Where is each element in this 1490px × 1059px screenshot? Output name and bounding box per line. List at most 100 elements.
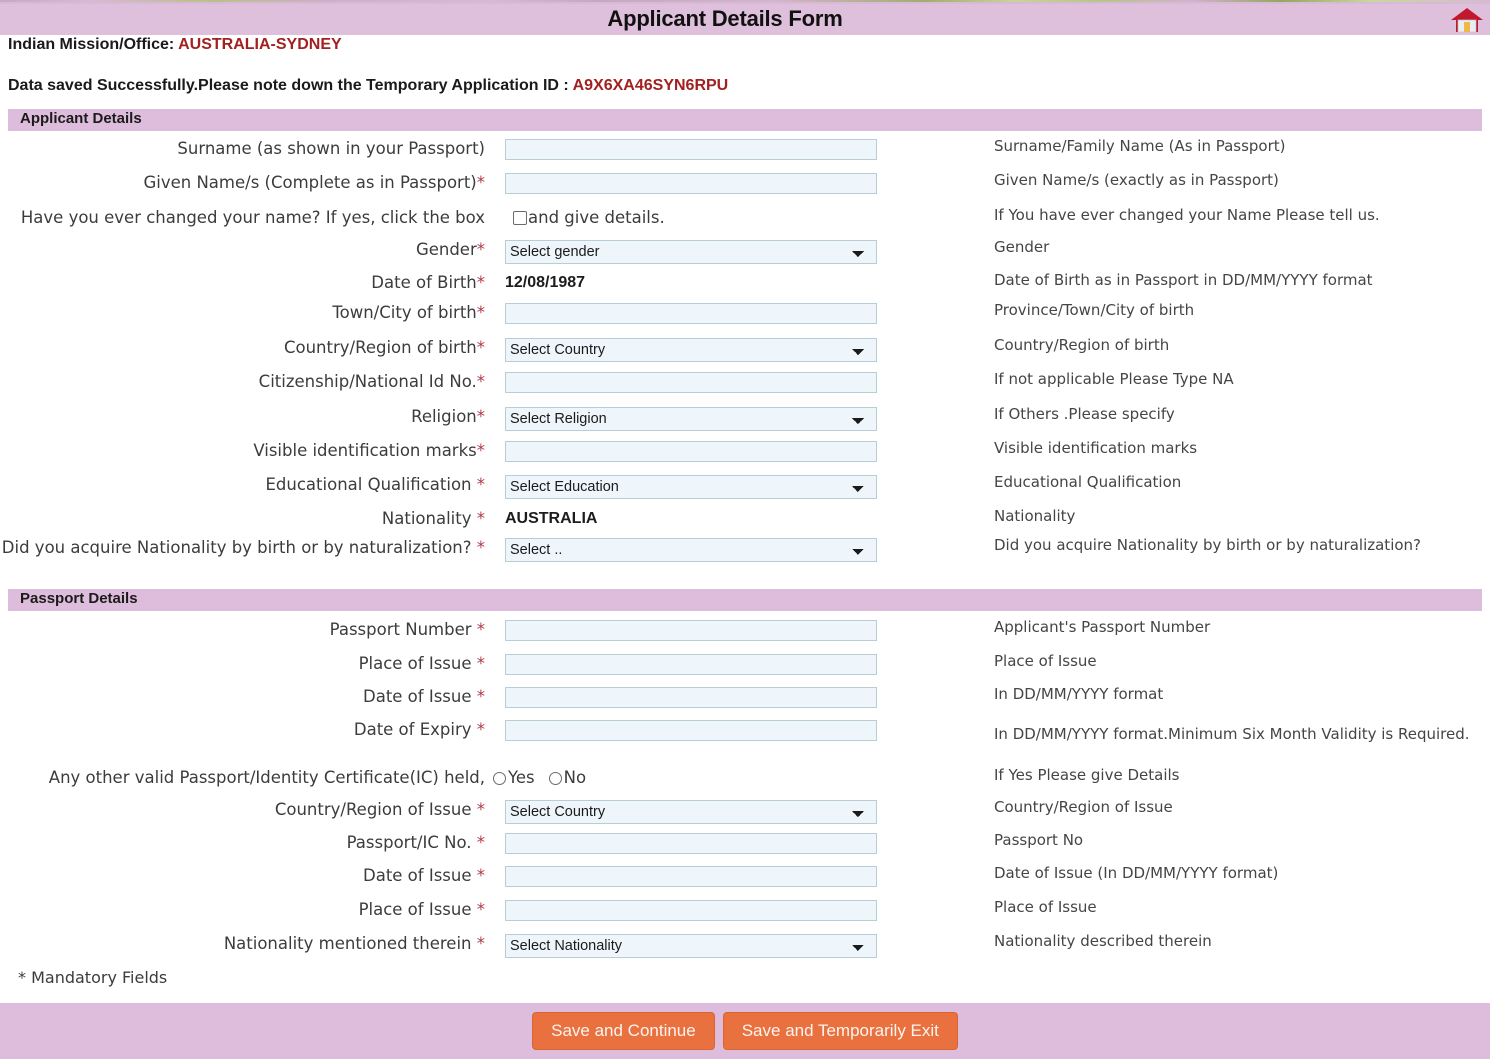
- field-hint-educational-qualification: Educational Qualification: [994, 473, 1484, 492]
- required-asterisk: *: [477, 338, 485, 357]
- field-control-wrap-passport-ic-no: [505, 833, 880, 854]
- field-label-any-other-valid-passport-identity-certificate-ic: Any other valid Passport/Identity Certif…: [0, 768, 485, 788]
- field-label-date-of-issue: Date of Issue *: [0, 687, 485, 707]
- field-label-nationality-mentioned-therein: Nationality mentioned therein *: [0, 934, 485, 954]
- field-hint-surname-as-shown-in-your-passport: Surname/Family Name (As in Passport): [994, 137, 1484, 156]
- field-hint-citizenship-national-id-no: If not applicable Please Type NA: [994, 370, 1484, 389]
- field-hint-date-of-birth: Date of Birth as in Passport in DD/MM/YY…: [994, 271, 1484, 290]
- form-row-religion: Religion*Select ReligionHINDUCHRISTIANIS…: [0, 407, 1490, 441]
- select-did-you-acquire-nationality-by-birth-or-by-natur[interactable]: Select ..By BirthBy Naturalization: [505, 538, 877, 562]
- field-control-wrap-place-of-issue: [505, 654, 880, 675]
- required-asterisk: *: [477, 687, 485, 706]
- radio-option-yes[interactable]: Yes: [493, 768, 535, 787]
- mission-office-label: Indian Mission/Office:: [8, 36, 174, 53]
- radio-input-yes[interactable]: [493, 772, 506, 785]
- radio-option-no[interactable]: No: [549, 768, 586, 787]
- required-asterisk: *: [477, 173, 485, 192]
- field-control-wrap-visible-identification-marks: [505, 441, 880, 462]
- field-label-gender: Gender*: [0, 240, 485, 260]
- input-citizenship-national-id-no[interactable]: [505, 372, 877, 393]
- field-hint-passport-number: Applicant's Passport Number: [994, 618, 1484, 637]
- select-educational-qualification[interactable]: Select EducationGRADUATEPOST GRADUATEHIG…: [505, 475, 877, 499]
- field-hint-visible-identification-marks: Visible identification marks: [994, 439, 1484, 458]
- radio-label-yes: Yes: [508, 768, 535, 787]
- select-country-region-of-birth[interactable]: Select CountryAUSTRALIAINDIA: [505, 338, 877, 362]
- mission-office-value: AUSTRALIA-SYDNEY: [178, 36, 342, 53]
- input-date-of-issue[interactable]: [505, 866, 877, 887]
- field-control-wrap-nationality: AUSTRALIA: [505, 509, 880, 528]
- save-confirmation-line: Data saved Successfully.Please note down…: [8, 77, 728, 95]
- required-asterisk: *: [477, 833, 485, 852]
- required-asterisk: *: [477, 372, 485, 391]
- field-control-wrap-country-region-of-issue: Select CountryAUSTRALIAINDIA: [505, 800, 880, 824]
- field-control-wrap-any-other-valid-passport-identity-certificate-ic: Yes No: [493, 768, 868, 787]
- field-label-passport-number: Passport Number *: [0, 620, 485, 640]
- field-label-surname-as-shown-in-your-passport: Surname (as shown in your Passport): [0, 139, 485, 159]
- input-given-name-s-complete-as-in-passport[interactable]: [505, 173, 877, 194]
- field-hint-country-region-of-birth: Country/Region of birth: [994, 336, 1484, 355]
- required-asterisk: *: [477, 303, 485, 322]
- field-label-nationality: Nationality *: [0, 509, 485, 529]
- field-label-citizenship-national-id-no: Citizenship/National Id No.*: [0, 372, 485, 392]
- select-nationality-mentioned-therein[interactable]: Select NationalityAUSTRALIAINDIA: [505, 934, 877, 958]
- mandatory-fields-note: * Mandatory Fields: [18, 968, 167, 987]
- input-town-city-of-birth[interactable]: [505, 303, 877, 324]
- input-date-of-issue[interactable]: [505, 687, 877, 708]
- field-control-wrap-date-of-birth: 12/08/1987: [505, 273, 880, 292]
- select-religion[interactable]: Select ReligionHINDUCHRISTIANISLAMOTHERS: [505, 407, 877, 431]
- field-control-wrap-nationality-mentioned-therein: Select NationalityAUSTRALIAINDIA: [505, 934, 880, 958]
- form-row-passport-ic-no: Passport/IC No. *Passport No: [0, 833, 1490, 867]
- name-changed-checkbox-suffix-label: and give details.: [528, 208, 665, 227]
- input-passport-ic-no[interactable]: [505, 833, 877, 854]
- form-row-date-of-expiry: Date of Expiry *In DD/MM/YYYY format.Min…: [0, 720, 1490, 754]
- field-label-date-of-issue: Date of Issue *: [0, 866, 485, 886]
- input-place-of-issue[interactable]: [505, 900, 877, 921]
- input-passport-number[interactable]: [505, 620, 877, 641]
- field-control-wrap-date-of-issue: [505, 866, 880, 887]
- form-row-passport-number: Passport Number * Applicant's Passport Nu…: [0, 620, 1490, 654]
- form-row-surname-as-shown-in-your-passport: Surname (as shown in your Passport) Surna…: [0, 139, 1490, 173]
- field-control-wrap-place-of-issue: [505, 900, 880, 921]
- field-hint-place-of-issue: Place of Issue: [994, 898, 1484, 917]
- radio-input-no[interactable]: [549, 772, 562, 785]
- required-asterisk: *: [477, 900, 485, 919]
- input-visible-identification-marks[interactable]: [505, 441, 877, 462]
- field-hint-date-of-issue: Date of Issue (In DD/MM/YYYY format): [994, 864, 1484, 883]
- mission-office-line: Indian Mission/Office: AUSTRALIA-SYDNEY: [8, 36, 342, 54]
- save-and-temporarily-exit-button[interactable]: Save and Temporarily Exit: [723, 1012, 958, 1050]
- input-place-of-issue[interactable]: [505, 654, 877, 675]
- field-hint-religion: If Others .Please specify: [994, 405, 1484, 424]
- field-hint-passport-ic-no: Passport No: [994, 831, 1484, 850]
- field-control-wrap-did-you-acquire-nationality-by-birth-or-by-natur: Select ..By BirthBy Naturalization: [505, 538, 880, 562]
- input-date-of-expiry[interactable]: [505, 720, 877, 741]
- field-control-wrap-date-of-issue: [505, 687, 880, 708]
- field-hint-country-region-of-issue: Country/Region of Issue: [994, 798, 1484, 817]
- form-row-citizenship-national-id-no: Citizenship/National Id No.* If not appli…: [0, 372, 1490, 406]
- field-control-wrap-passport-number: [505, 620, 880, 641]
- field-control-wrap-educational-qualification: Select EducationGRADUATEPOST GRADUATEHIG…: [505, 475, 880, 499]
- field-hint-date-of-expiry: In DD/MM/YYYY format.Minimum Six Month V…: [994, 725, 1484, 744]
- home-icon[interactable]: [1450, 5, 1484, 35]
- required-asterisk: *: [477, 509, 485, 528]
- page-title-bar: Applicant Details Form: [0, 2, 1490, 35]
- name-changed-checkbox[interactable]: [513, 211, 527, 225]
- required-asterisk: *: [477, 934, 485, 953]
- field-control-wrap-given-name-s-complete-as-in-passport: [505, 173, 880, 194]
- form-row-town-city-of-birth: Town/City of birth*Province/Town/City of…: [0, 303, 1490, 337]
- form-row-place-of-issue: Place of Issue *Place of Issue: [0, 654, 1490, 688]
- field-label-have-you-ever-changed-your-name-if-yes-click-the: Have you ever changed your name? If yes,…: [0, 208, 485, 228]
- input-surname-as-shown-in-your-passport[interactable]: [505, 139, 877, 160]
- field-control-wrap-gender: Select genderMaleFemaleTransgender: [505, 240, 880, 264]
- section-header-passport-details: Passport Details: [8, 589, 1482, 611]
- field-label-town-city-of-birth: Town/City of birth*: [0, 303, 485, 323]
- required-asterisk: *: [477, 538, 485, 557]
- form-row-given-name-s-complete-as-in-passport: Given Name/s (Complete as in Passport)*G…: [0, 173, 1490, 207]
- field-control-wrap-country-region-of-birth: Select CountryAUSTRALIAINDIA: [505, 338, 880, 362]
- section-header-applicant-details: Applicant Details: [8, 109, 1482, 131]
- field-hint-nationality: Nationality: [994, 507, 1484, 526]
- select-gender[interactable]: Select genderMaleFemaleTransgender: [505, 240, 877, 264]
- field-hint-any-other-valid-passport-identity-certificate-ic: If Yes Please give Details: [994, 766, 1484, 785]
- field-hint-given-name-s-complete-as-in-passport: Given Name/s (exactly as in Passport): [994, 171, 1484, 190]
- select-country-region-of-issue[interactable]: Select CountryAUSTRALIAINDIA: [505, 800, 877, 824]
- save-and-continue-button[interactable]: Save and Continue: [532, 1012, 715, 1050]
